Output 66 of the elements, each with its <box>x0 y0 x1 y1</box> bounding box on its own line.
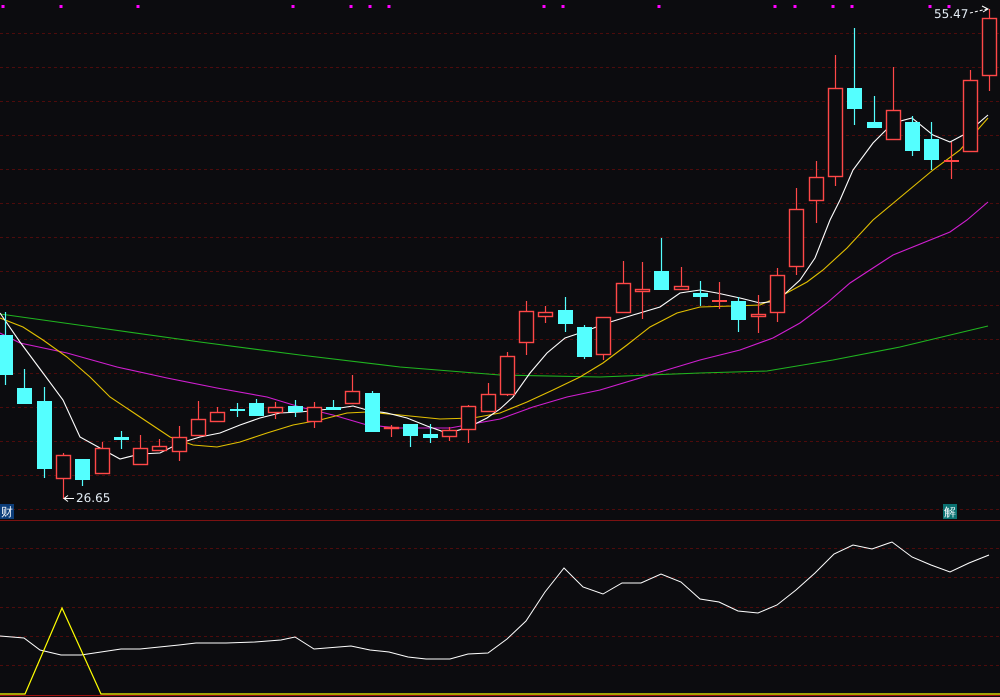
rising-candle <box>152 439 168 452</box>
rising-candle <box>460 405 476 443</box>
dot-marker-icon <box>562 5 564 8</box>
falling-candle <box>365 391 380 432</box>
falling-candle <box>731 297 746 332</box>
rising-candle <box>944 142 959 179</box>
falling-candle <box>230 403 245 417</box>
rising-candle <box>344 375 360 404</box>
falling-candle <box>654 238 669 290</box>
rising-candle <box>770 268 786 322</box>
rising-candle <box>538 306 554 323</box>
dot-marker-icon <box>948 5 950 8</box>
rising-candle <box>56 453 72 499</box>
dot-marker-icon <box>794 5 796 8</box>
dot-marker-icon <box>60 5 62 8</box>
dot-marker-icon <box>292 5 294 8</box>
dot-marker-icon <box>368 5 372 8</box>
rising-candle <box>750 295 766 333</box>
dot-marker-icon <box>2 5 4 8</box>
dot-marker-icon <box>350 5 352 8</box>
finance-tag[interactable]: 财 <box>0 504 14 519</box>
high-price-label: 55.47 <box>934 7 968 21</box>
rising-candle <box>808 161 824 223</box>
rising-candle <box>442 427 458 441</box>
falling-candle <box>577 325 592 359</box>
dot-marker-icon <box>542 5 546 8</box>
rising-candle <box>596 316 612 360</box>
rising-candle <box>190 401 206 436</box>
rising-candle <box>132 435 148 466</box>
dot-marker-icon <box>928 5 932 8</box>
low-price-label: 26.65 <box>76 491 110 505</box>
leader-arrow <box>970 6 990 14</box>
falling-candle <box>114 431 129 449</box>
falling-candle <box>75 459 90 486</box>
rising-candle <box>94 442 110 474</box>
rising-candle <box>634 262 650 319</box>
falling-candle <box>326 400 341 410</box>
dot-marker-icon <box>832 5 834 8</box>
rising-candle <box>480 383 496 412</box>
falling-candle <box>17 369 32 404</box>
dot-marker-icon <box>658 5 660 8</box>
dot-marker-icon <box>774 5 776 8</box>
falling-candle <box>924 122 939 170</box>
dot-marker-icon <box>850 5 854 8</box>
falling-candle <box>867 96 882 128</box>
rising-candle <box>674 267 690 290</box>
rising-candle <box>712 282 727 309</box>
dot-marker-icon <box>388 5 390 8</box>
falling-candle <box>403 424 418 447</box>
rising-candle <box>268 402 284 419</box>
rising-candle <box>210 407 226 422</box>
dot-marker-icon <box>136 5 140 8</box>
rising-candle <box>306 402 322 428</box>
explain-tag[interactable]: 解 <box>943 504 957 519</box>
rising-candle <box>616 261 632 314</box>
rising-candle <box>518 301 534 355</box>
rising-candle <box>500 352 516 396</box>
falling-candle <box>558 297 573 332</box>
rising-candle <box>384 425 400 437</box>
falling-candle <box>249 399 264 416</box>
leader-arrow <box>63 495 74 502</box>
falling-candle <box>288 400 303 417</box>
falling-candle <box>905 116 920 156</box>
falling-candle <box>423 424 438 443</box>
rising-candle <box>172 426 188 461</box>
falling-candle <box>693 281 708 306</box>
